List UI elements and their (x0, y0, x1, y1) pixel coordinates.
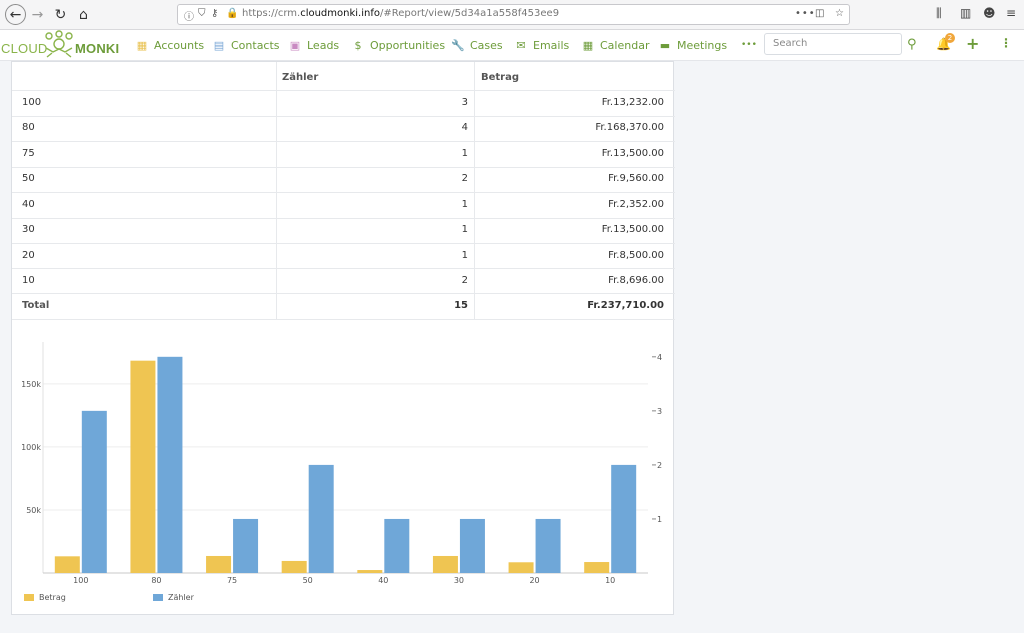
x-tick-label: 20 (529, 576, 539, 585)
bar-betrag (357, 570, 383, 573)
bar-zaehler (459, 518, 485, 573)
bar-zaehler (611, 464, 637, 573)
x-tick-label: 30 (454, 576, 464, 585)
bar-zaehler (535, 518, 561, 573)
x-tick-label: 50 (303, 576, 313, 585)
y-left-tick-label: 50k (26, 506, 41, 515)
bar-zaehler (384, 518, 410, 573)
y-left-tick-label: 100k (21, 443, 41, 452)
legend-label-zaehler: Zähler (168, 593, 194, 602)
y-right-tick-label: 3 (657, 407, 662, 416)
legend-item-zaehler[interactable]: Zähler (153, 593, 194, 602)
bar-betrag (130, 360, 156, 573)
x-tick-label: 100 (73, 576, 88, 585)
bar-betrag (432, 555, 458, 573)
bar-betrag (281, 560, 307, 573)
legend-swatch-zaehler (153, 594, 163, 601)
bar-zaehler (81, 410, 107, 573)
x-tick-label: 10 (605, 576, 615, 585)
bar-zaehler (308, 464, 334, 573)
y-right-tick-label: 2 (657, 461, 662, 470)
x-tick-label: 40 (378, 576, 388, 585)
legend-swatch-betrag (24, 594, 34, 601)
bar-zaehler (157, 356, 183, 573)
y-right-tick-label: 1 (657, 515, 662, 524)
report-bar-chart: 50k 100k 150k 1 2 3 4 100 80 75 50 40 30 20 10 (21, 342, 662, 585)
legend-label-betrag: Betrag (39, 593, 66, 602)
bar-betrag (206, 555, 232, 573)
y-right-tick-label: 4 (657, 353, 662, 362)
bar-betrag (584, 562, 610, 573)
bar-betrag (508, 562, 534, 573)
legend-item-betrag[interactable]: Betrag (24, 593, 66, 602)
x-tick-label: 75 (227, 576, 237, 585)
bar-zaehler (233, 518, 259, 573)
y-left-tick-label: 150k (21, 380, 41, 389)
bar-betrag (54, 556, 80, 573)
x-tick-label: 80 (151, 576, 161, 585)
